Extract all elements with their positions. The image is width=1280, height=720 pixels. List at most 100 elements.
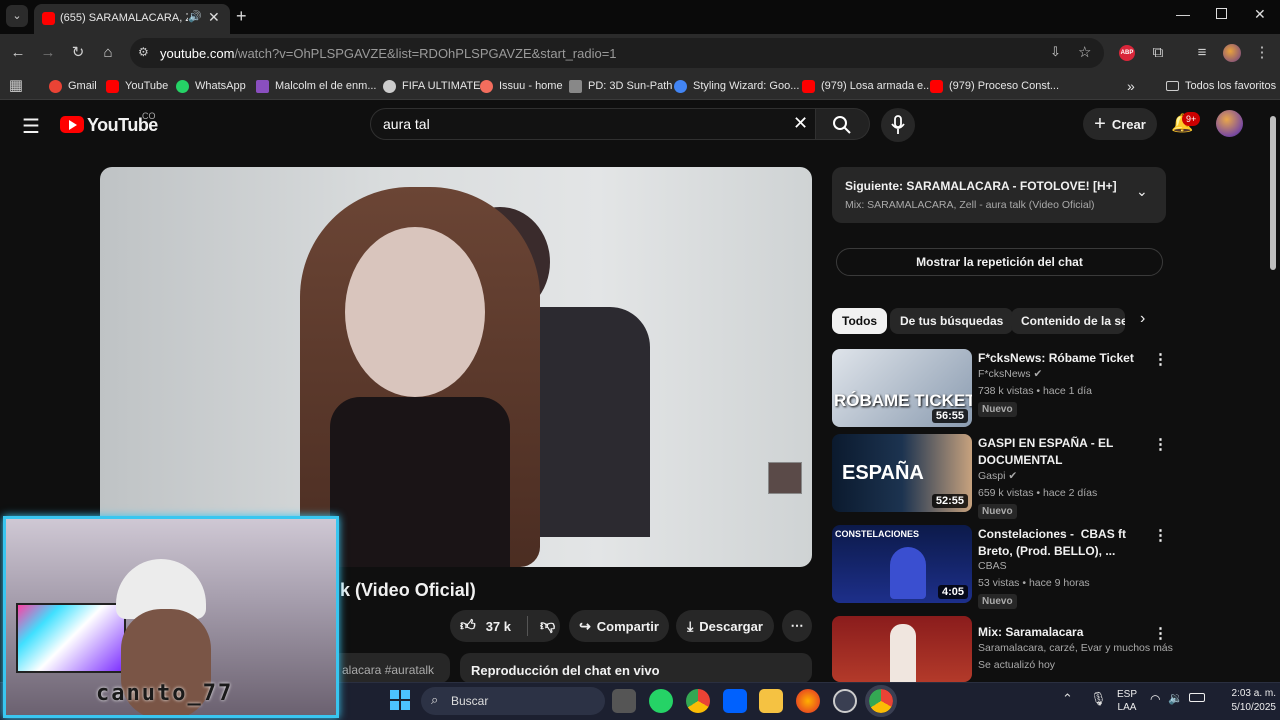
reading-list-icon[interactable]: ≡ <box>1190 41 1214 65</box>
url-text[interactable]: youtube.com/watch?v=OhPLSPGAVZE&list=RDO… <box>160 46 617 61</box>
all-bookmarks-folder[interactable]: Todos los favoritos <box>1166 77 1276 95</box>
guide-menu-icon[interactable]: ☰ <box>22 114 40 139</box>
browser-tab[interactable]: (655) SARAMALACARA, Zell 🔊 ✕ <box>34 4 230 34</box>
rec-title[interactable]: Mix: Saramalacara <box>978 624 1150 640</box>
input-language[interactable]: ESP LAA <box>1117 688 1137 714</box>
next-in-mix-card[interactable]: Siguiente: SARAMALACARA - FOTOLOVE! [H+]… <box>832 167 1166 223</box>
chip-from-searches[interactable]: De tus búsquedas <box>890 308 1014 334</box>
minimize-icon[interactable]: — <box>1176 6 1190 22</box>
rec-title[interactable]: Constelaciones - CBAS ft <box>978 526 1150 542</box>
adblock-extension-icon[interactable]: ABP <box>1119 45 1135 61</box>
reload-icon[interactable]: ↻ <box>66 41 90 65</box>
bookmarks-overflow-icon[interactable]: » <box>1127 77 1135 95</box>
rec-menu-icon[interactable]: ⋮ <box>1153 435 1168 453</box>
expand-chevron-icon[interactable]: ⌄ <box>1136 183 1148 200</box>
bookmark-sunpath[interactable]: PD: 3D Sun-Path <box>569 77 672 95</box>
dislike-icon[interactable]: 👎︎ <box>540 617 555 635</box>
thumbnail[interactable] <box>832 616 972 682</box>
taskbar-search-placeholder[interactable]: Buscar <box>451 694 488 708</box>
tab-search-chevron-icon[interactable]: ⌄ <box>6 5 28 27</box>
taskbar-search-box[interactable]: ⌕ Buscar <box>421 687 605 715</box>
file-explorer-icon[interactable] <box>759 689 783 713</box>
address-bar[interactable]: ⚙ youtube.com/watch?v=OhPLSPGAVZE&list=R… <box>130 38 1104 68</box>
bookmark-losa-armada[interactable]: (979) Losa armada e... <box>802 77 932 95</box>
close-window-icon[interactable]: ✕ <box>1254 6 1266 23</box>
rec-title[interactable]: F*cksNews: Róbame Ticket <box>978 350 1150 366</box>
firefox-taskbar-icon[interactable] <box>796 689 820 713</box>
rec-title-line2[interactable]: DOCUMENTAL <box>978 452 1150 468</box>
rec-channel[interactable]: CBAS <box>978 560 1007 572</box>
tray-overflow-chevron-icon[interactable]: ⌃ <box>1062 691 1073 707</box>
extensions-puzzle-icon[interactable]: ⧉ <box>1146 41 1170 65</box>
profile-avatar[interactable] <box>1223 44 1241 62</box>
rec-title[interactable]: GASPI EN ESPAÑA - EL <box>978 435 1150 451</box>
battery-icon[interactable] <box>1189 693 1205 702</box>
rec-title-line2[interactable]: Breto, (Prod. BELLO), ... <box>978 543 1150 559</box>
thumbnail[interactable]: ESPAÑA 52:55 <box>832 434 972 512</box>
rec-menu-icon[interactable]: ⋮ <box>1153 624 1168 642</box>
create-button[interactable]: + Crear <box>1083 108 1157 140</box>
obs-taskbar-icon[interactable] <box>833 689 857 713</box>
like-count[interactable]: 37 k <box>486 619 511 634</box>
voice-search-button[interactable] <box>881 108 915 142</box>
new-tab-icon[interactable]: + <box>236 6 247 27</box>
chrome-active-taskbar-icon[interactable] <box>865 685 897 717</box>
bookmark-styling-wizard[interactable]: Styling Wizard: Goo... <box>674 77 799 95</box>
close-tab-icon[interactable]: ✕ <box>208 9 220 26</box>
windows-start-icon[interactable] <box>390 690 410 710</box>
youtube-logo[interactable]: YouTube CO <box>60 111 200 137</box>
bookmark-gmail[interactable]: Gmail <box>49 77 97 95</box>
chrome-menu-icon[interactable]: ⋮ <box>1250 41 1274 65</box>
whatsapp-taskbar-icon[interactable] <box>649 689 673 713</box>
task-view-icon[interactable] <box>612 689 636 713</box>
home-icon[interactable]: ⌂ <box>96 41 120 65</box>
bookmark-malcolm[interactable]: Malcolm el de enm... <box>256 77 376 95</box>
thumbnail[interactable]: RÓBAME TICKET 56:55 <box>832 349 972 427</box>
search-button[interactable] <box>816 108 870 140</box>
thumbnail[interactable]: CONSTELACIONES 4:05 <box>832 525 972 603</box>
rec-channel[interactable]: F*cksNews ✔ <box>978 368 1042 380</box>
forward-icon[interactable]: → <box>36 41 60 65</box>
download-button[interactable]: ⤓ Descargar <box>676 610 774 642</box>
like-icon[interactable]: 👍︎ <box>460 617 476 635</box>
bookmark-youtube[interactable]: YouTube <box>106 77 168 95</box>
rec-channel[interactable]: Saramalacara, carzé, Evar y muchos más <box>978 642 1173 654</box>
chips-next-chevron-icon[interactable]: › <box>1140 310 1145 328</box>
bookmark-proceso[interactable]: (979) Proceso Const... <box>930 77 1059 95</box>
audio-playing-icon[interactable]: 🔊 <box>188 10 202 23</box>
bookmark-whatsapp[interactable]: WhatsApp <box>176 77 246 95</box>
install-app-icon[interactable]: ⇩ <box>1050 44 1061 60</box>
live-chat-replay-panel[interactable]: Reproducción del chat en vivo <box>460 653 812 683</box>
channel-watermark[interactable] <box>768 462 802 494</box>
clear-search-icon[interactable]: ✕ <box>793 113 808 134</box>
wifi-icon[interactable]: ◠ <box>1150 692 1160 706</box>
rec-menu-icon[interactable]: ⋮ <box>1153 350 1168 368</box>
show-chat-replay-button[interactable]: Mostrar la repetición del chat <box>836 248 1163 276</box>
share-button[interactable]: ↪ Compartir <box>569 610 669 642</box>
page-scrollbar-thumb[interactable] <box>1270 116 1276 270</box>
description-box[interactable]: alacara #auratalk <box>330 653 450 683</box>
account-avatar[interactable] <box>1216 110 1243 137</box>
search-box[interactable]: aura tal ✕ <box>370 108 816 140</box>
dropbox-taskbar-icon[interactable] <box>723 689 747 713</box>
duration-badge: 4:05 <box>937 585 968 599</box>
next-title: Siguiente: SARAMALACARA - FOTOLOVE! [H+] <box>845 179 1117 193</box>
clock[interactable]: 2:03 a. m. 5/10/2025 <box>1212 687 1277 715</box>
chrome-taskbar-icon[interactable] <box>686 689 710 713</box>
back-icon[interactable]: ← <box>6 41 30 65</box>
tray-mic-icon[interactable]: 🎙 <box>1090 691 1107 707</box>
more-actions-button[interactable]: ⋯ <box>782 610 812 642</box>
video-player[interactable] <box>100 167 812 567</box>
volume-icon[interactable]: 🔉 <box>1168 691 1183 705</box>
apps-grid-icon[interactable]: ▦ <box>4 74 28 98</box>
bookmark-fifa[interactable]: FIFA ULTIMATE <box>383 77 480 95</box>
bookmark-star-icon[interactable]: ☆ <box>1078 43 1091 61</box>
search-input[interactable]: aura tal <box>383 116 430 132</box>
site-info-icon[interactable]: ⚙ <box>138 45 149 59</box>
chip-all[interactable]: Todos <box>832 308 888 334</box>
rec-channel[interactable]: Gaspi ✔ <box>978 470 1017 482</box>
maximize-icon[interactable] <box>1216 8 1227 19</box>
chip-series-content[interactable]: Contenido de la ser <box>1011 308 1125 334</box>
bookmark-issuu[interactable]: Issuu - home <box>480 77 563 95</box>
rec-menu-icon[interactable]: ⋮ <box>1153 526 1168 544</box>
